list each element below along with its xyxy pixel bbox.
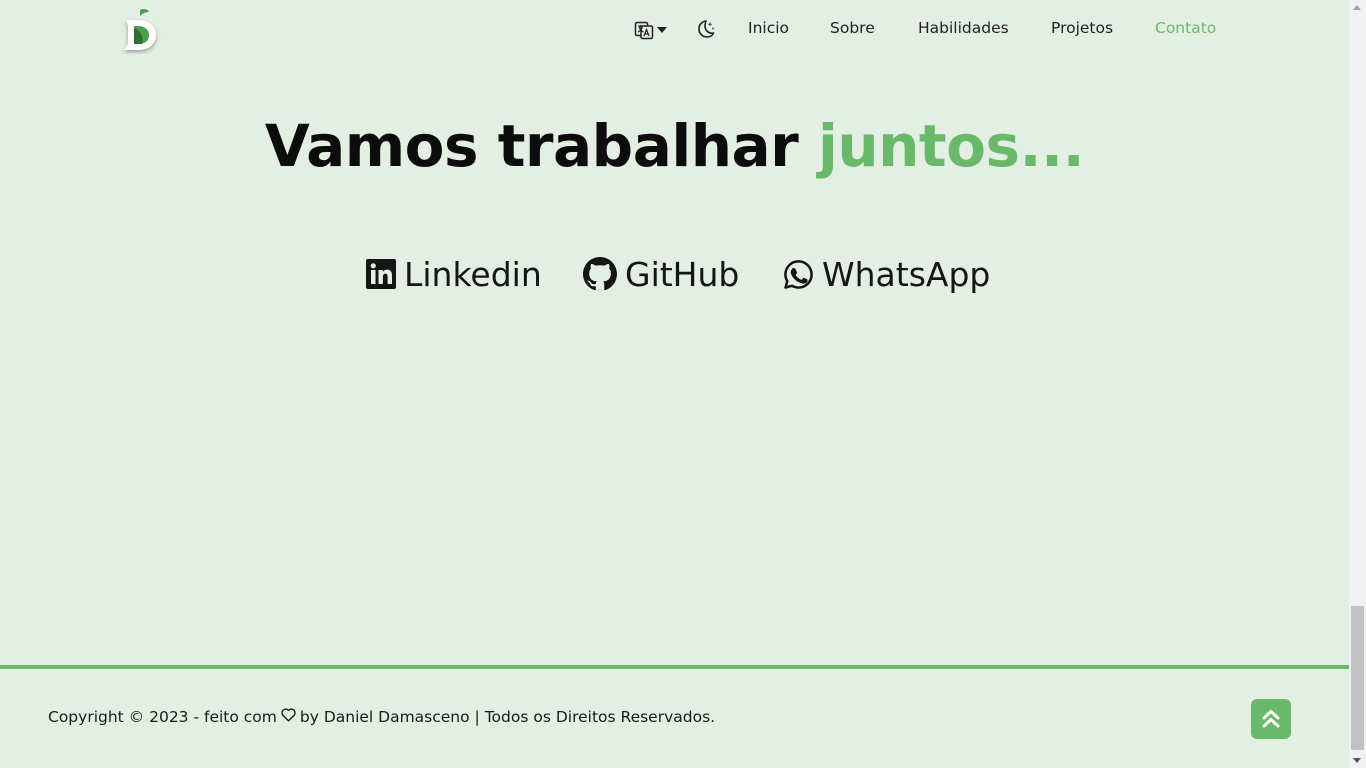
page: Inicio Sobre Habilidades Projetos Contat…: [0, 0, 1349, 768]
logo-icon: [124, 8, 156, 50]
headline-accent: juntos...: [817, 112, 1085, 180]
copyright-prefix: Copyright © 2023 - feito com: [48, 708, 277, 726]
linkedin-link[interactable]: Linkedin: [366, 252, 542, 296]
copyright-text: Copyright © 2023 - feito com by Daniel D…: [48, 708, 715, 726]
back-to-top-button[interactable]: [1251, 699, 1291, 739]
vertical-scrollbar[interactable]: [1349, 0, 1366, 768]
github-label: GitHub: [625, 254, 740, 294]
linkedin-icon: [366, 259, 396, 289]
header: Inicio Sobre Habilidades Projetos Contat…: [0, 0, 1349, 60]
headline-prefix: Vamos trabalhar: [264, 112, 818, 180]
whatsapp-label: WhatsApp: [822, 254, 991, 294]
scroll-up-arrow-icon[interactable]: [1353, 5, 1361, 10]
github-icon: [583, 257, 617, 291]
moon-icon: [698, 20, 715, 38]
translate-icon: [634, 21, 654, 40]
nav-habilidades[interactable]: Habilidades: [918, 19, 1009, 41]
nav-contato[interactable]: Contato: [1155, 19, 1216, 41]
copyright-suffix: by Daniel Damasceno | Todos os Direitos …: [299, 708, 716, 726]
nav-sobre[interactable]: Sobre: [830, 19, 875, 41]
scrollbar-thumb[interactable]: [1351, 606, 1364, 750]
whatsapp-link[interactable]: WhatsApp: [783, 252, 990, 296]
github-link[interactable]: GitHub: [583, 252, 739, 296]
footer-divider: [0, 665, 1349, 669]
whatsapp-icon: [784, 259, 813, 289]
logo[interactable]: [118, 6, 162, 54]
linkedin-label: Linkedin: [404, 254, 542, 294]
heart-icon: [281, 708, 296, 726]
caret-down-icon: [657, 27, 667, 33]
nav-inicio[interactable]: Inicio: [748, 19, 789, 41]
theme-toggle[interactable]: [696, 18, 718, 42]
scroll-down-arrow-icon[interactable]: [1353, 758, 1361, 763]
double-chevron-up-icon: [1262, 710, 1280, 728]
language-toggle[interactable]: [634, 18, 668, 42]
nav-projetos[interactable]: Projetos: [1051, 19, 1113, 41]
page-title: Vamos trabalhar juntos...: [0, 112, 1349, 180]
